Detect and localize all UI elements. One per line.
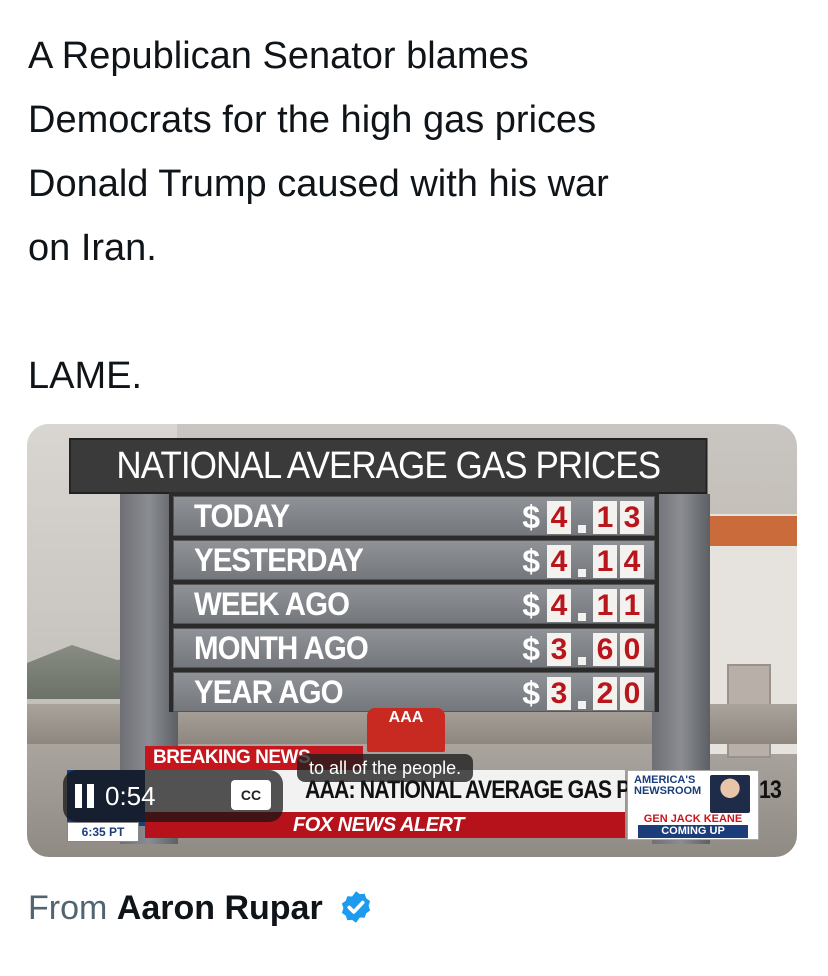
price-digits: $ 4 1 3 [522,499,644,536]
price-row: TODAY $ 4 1 3 [173,496,655,536]
tweet-text-line: Democrats for the high gas prices [28,99,597,141]
price-row: YESTERDAY $ 4 1 4 [173,540,655,580]
closed-captions-button[interactable]: CC [231,780,271,810]
attribution: From Aaron Rupar [28,884,374,932]
row-label: YESTERDAY [194,542,364,578]
tweet-text-line: on Iran. [28,227,157,269]
board-title: NATIONAL AVERAGE GAS PRICES [69,438,708,494]
pause-icon[interactable] [75,784,97,808]
aaa-sign: AAA [367,708,445,752]
price-row: MONTH AGO $ 3 6 0 [173,628,655,668]
price-digits: $ 4 1 1 [522,587,644,624]
video-caption: to all of the people. [297,754,474,782]
verified-badge-icon [342,891,371,923]
newsroom-promo: AMERICA'S NEWSROOM GEN JACK KEANE COMING… [627,770,759,840]
video-controls: 0:54 CC [63,770,283,822]
row-label: MONTH AGO [194,630,369,666]
tweet-text-line: LAME. [28,355,143,397]
price-digits: $ 4 1 4 [522,543,644,580]
tweet-text-line: Donald Trump caused with his war [28,163,609,205]
price-row: YEAR AGO $ 3 2 0 [173,672,655,712]
price-digits: $ 3 6 0 [522,631,644,668]
row-label: TODAY [194,498,290,534]
tweet-text: A Republican Senator blames Democrats fo… [28,24,808,408]
attribution-prefix: From [28,889,108,927]
price-row: WEEK AGO $ 4 1 1 [173,584,655,624]
author-name[interactable]: Aaron Rupar [117,889,323,927]
video-timecode: 0:54 [105,781,156,811]
row-label: WEEK AGO [194,586,350,622]
broadcast-time: 6:35 PT [67,822,139,842]
guest-photo [710,775,750,813]
row-label: YEAR AGO [194,674,343,710]
tweet-text-line: A Republican Senator blames [28,35,529,77]
video-player[interactable]: NATIONAL AVERAGE GAS PRICES TODAY $ 4 1 … [27,424,797,857]
price-board: TODAY $ 4 1 3 YESTERDAY $ 4 1 4 WEEK AGO… [169,492,659,712]
price-digits: $ 3 2 0 [522,675,644,712]
